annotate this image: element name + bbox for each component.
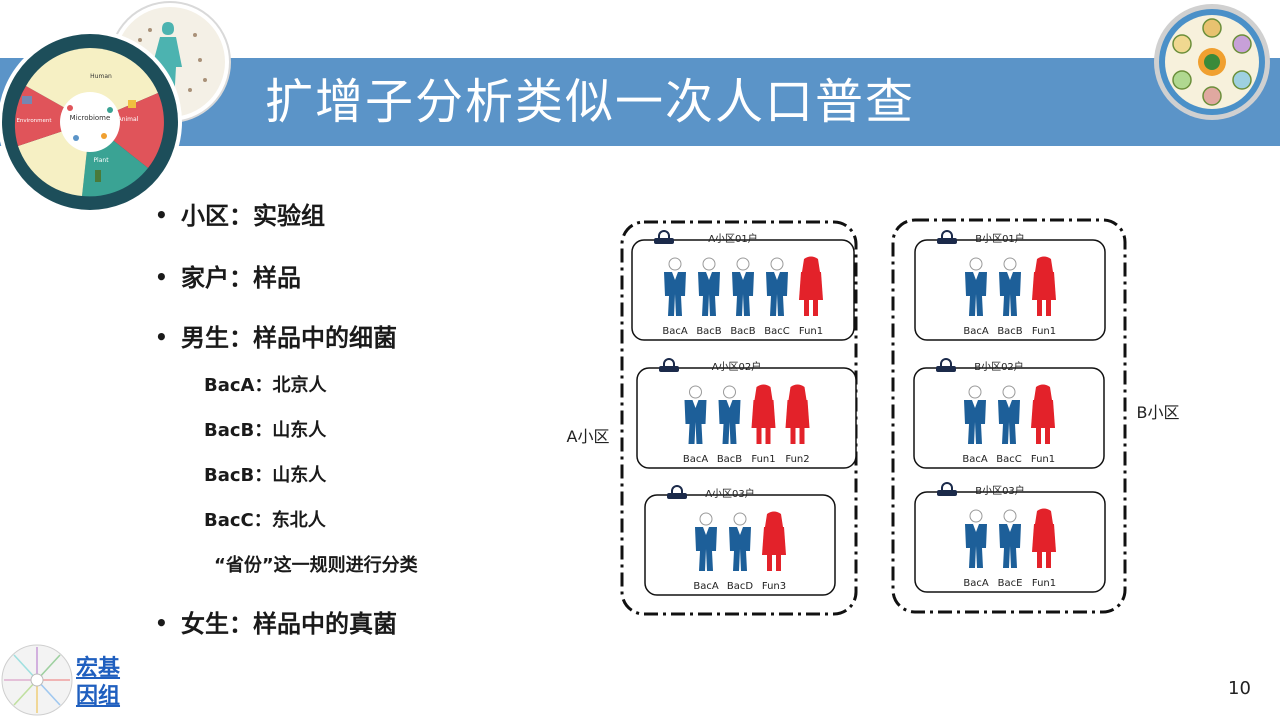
environment-label: Environment — [16, 118, 52, 124]
sub-item: BacB：山东人 — [204, 465, 327, 486]
member-label: Fun1 — [799, 326, 823, 337]
member-label: BacA — [683, 454, 708, 465]
human-label: Human — [90, 73, 112, 80]
household-box: A小区02户 BacA BacB Fun1 Fun2 — [636, 358, 857, 469]
microbiome-emblem-logo — [1154, 4, 1270, 120]
sub-item: BacA：北京人 — [204, 375, 327, 396]
household-title: B小区02户 — [974, 360, 1024, 373]
member-label: BacB — [997, 326, 1022, 337]
household-title: B小区03户 — [975, 484, 1025, 497]
member-label: BacB — [730, 326, 755, 337]
sub-item: “省份”这一规则进行分类 — [214, 555, 418, 576]
member-label: Fun1 — [751, 454, 775, 465]
household-box: A小区03户 BacA BacD Fun3 — [644, 485, 836, 596]
member-label: BacC — [996, 454, 1021, 465]
bullet-item: • 家户：样品 — [155, 264, 301, 292]
member-label: BacE — [998, 578, 1023, 589]
plant-label: Plant — [93, 157, 109, 164]
district-b-label: B小区 — [1137, 403, 1180, 422]
household-box: B小区01户 BacA BacB Fun1 — [914, 230, 1106, 341]
household-box: B小区03户 BacA BacE Fun1 — [914, 482, 1106, 593]
member-label: Fun1 — [1032, 578, 1056, 589]
household-title: A小区03户 — [705, 487, 755, 500]
page-number: 10 — [1228, 678, 1251, 699]
household-box: B小区02户 BacA BacC Fun1 — [913, 358, 1105, 469]
household-title: B小区01户 — [975, 232, 1025, 245]
lock-icon — [936, 358, 956, 372]
sub-item: BacC：东北人 — [204, 510, 326, 531]
animal-label: Animal — [118, 116, 139, 123]
bullet-item: • 男生：样品中的细菌 — [155, 324, 397, 352]
member-label: Fun2 — [785, 454, 809, 465]
household-title: A小区02户 — [712, 360, 762, 373]
lock-icon — [654, 230, 674, 244]
lock-icon — [937, 482, 957, 496]
member-label: Fun1 — [1032, 326, 1056, 337]
member-label: BacA — [963, 578, 988, 589]
member-label: BacA — [693, 581, 718, 592]
bullet-item: • 小区：实验组 — [155, 202, 325, 230]
member-label: BacD — [727, 581, 753, 592]
sub-item: BacB：山东人 — [204, 420, 327, 441]
slide-title: 扩增子分析类似一次人口普查 — [265, 74, 916, 130]
metagenome-tree-logo — [1, 644, 73, 716]
microbiome-wheel-logo: Microbiome Human Animal Environment Plan… — [0, 1, 231, 214]
member-label: BacA — [662, 326, 687, 337]
bullet-item: • 女生：样品中的真菌 — [155, 610, 397, 638]
member-label: BacB — [717, 454, 742, 465]
member-label: Fun3 — [762, 581, 786, 592]
member-label: BacA — [963, 326, 988, 337]
metagenome-link-line2[interactable]: 因组 — [76, 684, 120, 710]
member-label: BacB — [696, 326, 721, 337]
lock-icon — [667, 485, 687, 499]
household-title: A小区01户 — [708, 232, 758, 245]
lock-icon — [937, 230, 957, 244]
metagenome-link-line1[interactable]: 宏基 — [76, 656, 120, 682]
member-label: BacC — [764, 326, 789, 337]
microbiome-label: Microbiome — [70, 114, 111, 122]
member-label: Fun1 — [1031, 454, 1055, 465]
lock-icon — [659, 358, 679, 372]
household-diagram: A小区 B小区 A小区01户 BacA BacB BacB BacC Fun1 A小区02户 Ba… — [567, 218, 1180, 616]
district-a-label: A小区 — [567, 427, 610, 446]
household-box: A小区01户 BacA BacB BacB BacC Fun1 — [631, 230, 855, 341]
member-label: BacA — [962, 454, 987, 465]
